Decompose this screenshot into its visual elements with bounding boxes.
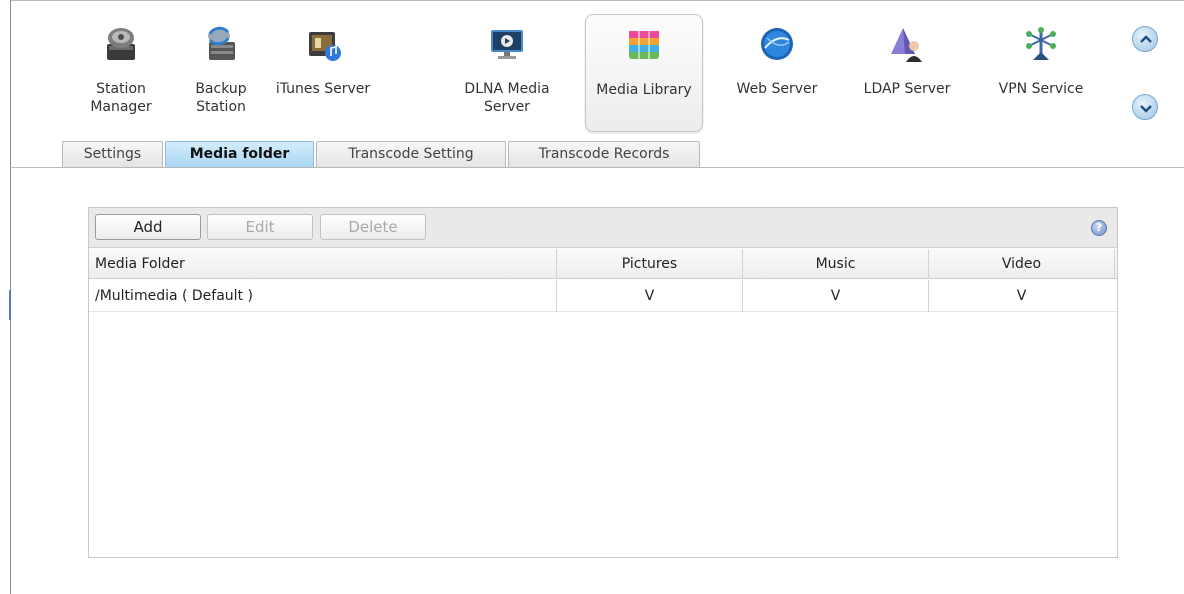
app-backup-station[interactable]: Backup Station	[162, 14, 280, 132]
app-label: Media Library	[596, 82, 692, 98]
ldap-server-icon	[891, 28, 922, 62]
tab-divider	[10, 167, 1184, 168]
column-header-pictures[interactable]: Pictures	[556, 249, 742, 279]
media-folder-panel: Add Edit Delete ? Media Folder Pictures …	[88, 207, 1118, 558]
app-itunes-server[interactable]: iTunes Server	[264, 14, 382, 132]
app-label: Backup Station	[195, 81, 247, 115]
tab-transcode-setting[interactable]: Transcode Setting	[316, 141, 506, 168]
app-vpn-service[interactable]: VPN Service	[982, 14, 1100, 132]
app-icon-bar: Station Manager Backup Station iTunes Se…	[62, 14, 1122, 134]
cell-media-folder: /Multimedia ( Default )	[95, 288, 253, 304]
dlna-media-server-icon	[491, 30, 523, 59]
chevron-down-icon	[1140, 105, 1152, 113]
column-header-video[interactable]: Video	[928, 249, 1114, 279]
app-media-library[interactable]: Media Library	[585, 14, 703, 132]
web-server-icon	[761, 28, 793, 60]
edit-button[interactable]: Edit	[207, 214, 313, 240]
table-header: Media Folder Pictures Music Video	[89, 249, 1117, 279]
app-label: iTunes Server	[275, 81, 371, 97]
table-row[interactable]: /Multimedia ( Default ) V V V	[89, 280, 1117, 312]
tab-media-folder[interactable]: Media folder	[165, 141, 314, 168]
column-header-music[interactable]: Music	[742, 249, 928, 279]
app-label: LDAP Server	[863, 81, 951, 97]
delete-button[interactable]: Delete	[320, 214, 426, 240]
toolbar: Add Edit Delete ?	[89, 208, 1117, 248]
chevron-up-icon	[1140, 35, 1152, 43]
backup-station-icon	[208, 26, 235, 60]
left-edge-marker	[9, 290, 11, 320]
app-dlna-media-server[interactable]: DLNA Media Server	[448, 14, 566, 132]
app-web-server[interactable]: Web Server	[718, 14, 836, 132]
app-ldap-server[interactable]: LDAP Server	[848, 14, 966, 132]
scroll-up-button[interactable]	[1132, 26, 1158, 52]
vpn-service-icon	[1026, 27, 1056, 60]
cell-music: V	[742, 280, 928, 312]
scroll-down-button[interactable]	[1132, 94, 1158, 120]
app-label: VPN Service	[998, 81, 1084, 97]
column-header-spacer	[1114, 249, 1117, 279]
media-library-icon	[629, 31, 659, 59]
column-header-media-folder[interactable]: Media Folder	[89, 249, 556, 279]
add-button[interactable]: Add	[95, 214, 201, 240]
help-icon[interactable]: ?	[1091, 220, 1107, 236]
cell-video: V	[928, 280, 1114, 312]
tab-settings[interactable]: Settings	[62, 141, 163, 168]
tab-transcode-records[interactable]: Transcode Records	[508, 141, 700, 168]
cell-pictures: V	[556, 280, 742, 312]
window-top-border	[10, 0, 1184, 1]
itunes-server-icon	[309, 32, 341, 61]
app-label: Web Server	[736, 81, 818, 97]
station-manager-icon	[107, 28, 135, 60]
app-label: DLNA Media Server	[464, 81, 550, 115]
